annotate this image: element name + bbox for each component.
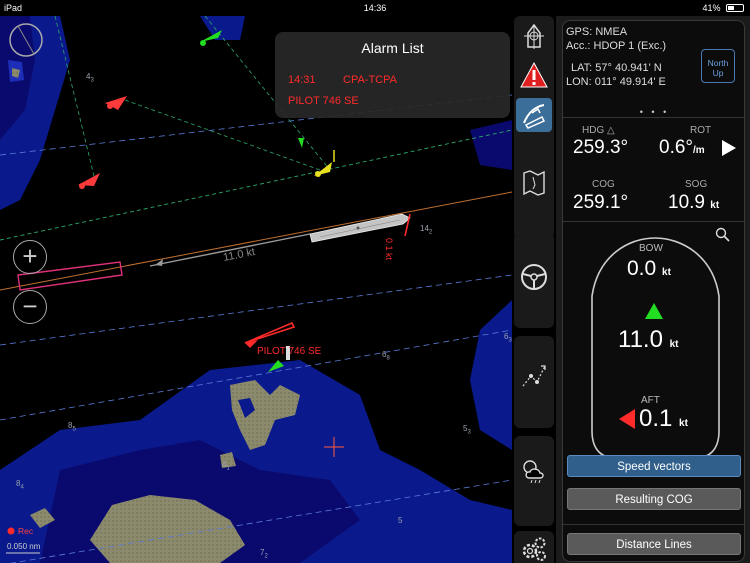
cog-label: COG xyxy=(592,179,615,190)
depth-sounding: 5 xyxy=(398,516,403,525)
lat-value: 57° 40.941' N xyxy=(595,62,662,74)
settings-icon[interactable] xyxy=(516,532,552,563)
aft-unit: kt xyxy=(679,418,688,429)
instrument-panel: GPS: NMEA Acc.: HDOP 1 (Exc.) LAT: 57° 4… xyxy=(556,16,750,563)
resulting-cog-button[interactable]: Resulting COG xyxy=(567,488,741,510)
alarm-target[interactable]: PILOT 746 SE xyxy=(288,95,359,107)
hdg-label: HDG xyxy=(582,125,605,136)
acc-label: Acc.: xyxy=(566,40,591,52)
alarm-list-title: Alarm List xyxy=(361,40,424,56)
sog-value: 10.9 xyxy=(668,192,705,213)
lon-label: LON: xyxy=(566,76,592,88)
clock: 14:36 xyxy=(363,3,387,13)
depth-sounding: 63 xyxy=(504,332,512,344)
distance-lines-button[interactable]: Distance Lines xyxy=(567,533,741,555)
page-dots[interactable]: • • • xyxy=(563,107,744,117)
route-icon[interactable] xyxy=(516,358,552,392)
alarm-type: CPA-TCPA xyxy=(343,74,397,86)
scale-label: 0.050 nm xyxy=(7,542,41,551)
depth-sounding: 85 xyxy=(68,421,76,433)
ship-icon[interactable] xyxy=(516,20,552,54)
instrument-card: GPS: NMEA Acc.: HDOP 1 (Exc.) LAT: 57° 4… xyxy=(562,20,745,562)
rot-direction-icon xyxy=(721,139,737,162)
speed-vectors-button[interactable]: Speed vectors xyxy=(567,455,741,477)
side-toolbar xyxy=(512,16,556,563)
zoom-in-button[interactable]: + xyxy=(13,240,47,274)
depth-sounding: 142 xyxy=(420,224,433,236)
hdg-value: 259.3° xyxy=(573,137,629,158)
bow-label: BOW xyxy=(639,243,663,254)
battery-icon xyxy=(726,4,744,12)
alarm-time: 14:31 xyxy=(288,74,316,86)
status-bar: iPad 14:36 41% xyxy=(0,0,750,16)
forward-speed-unit: kt xyxy=(669,339,679,350)
depth-sounding: 53 xyxy=(463,424,471,436)
bow-unit: kt xyxy=(662,267,671,278)
target-label: PILOT 746 SE xyxy=(257,346,322,357)
depth-sounding: 43 xyxy=(86,72,94,84)
steering-wheel-icon[interactable] xyxy=(516,260,552,294)
sog-unit: kt xyxy=(710,200,720,211)
north-up-button[interactable]: North Up xyxy=(701,49,735,83)
hdg-triangle-icon: △ xyxy=(607,125,615,136)
record-indicator[interactable]: Rec xyxy=(18,526,33,536)
pilot-icon[interactable] xyxy=(516,98,552,132)
zoom-out-button[interactable]: − xyxy=(13,290,47,324)
depth-sounding: 68 xyxy=(382,350,390,362)
rot-unit: /m xyxy=(693,145,705,156)
bow-value: 0.0 xyxy=(627,257,657,280)
depth-sounding: 72 xyxy=(260,548,268,560)
alarm-icon[interactable] xyxy=(516,58,552,92)
lat-label: LAT: xyxy=(571,62,593,74)
forward-speed-value: 11.0 xyxy=(618,326,663,353)
lon-value: 011° 49.914' E xyxy=(594,76,666,88)
acc-value: HDOP 1 (Exc.) xyxy=(593,40,667,52)
depth-sounding: 84 xyxy=(16,479,24,491)
aft-value: 0.1 xyxy=(639,405,673,432)
cog-value: 259.1° xyxy=(573,192,629,213)
depth-sounding: 41 xyxy=(222,460,230,472)
alarm-list-popup[interactable]: Alarm List 14:31 CPA-TCPA PILOT 746 SE xyxy=(275,32,510,118)
lateral-arrow-icon xyxy=(618,408,636,435)
gps-value: NMEA xyxy=(595,26,628,38)
rot-label: ROT xyxy=(690,125,712,136)
rot-value: 0.6° xyxy=(659,137,694,158)
sog-label: SOG xyxy=(685,179,708,190)
battery-percent: 41% xyxy=(702,3,721,13)
forward-arrow-icon xyxy=(644,302,664,325)
weather-icon[interactable] xyxy=(516,454,552,488)
gps-label: GPS: xyxy=(566,26,593,38)
target-speed-label: 0.1 kt xyxy=(384,238,394,261)
battery-indicator: 41% xyxy=(702,3,744,13)
chart-icon[interactable] xyxy=(516,166,552,200)
